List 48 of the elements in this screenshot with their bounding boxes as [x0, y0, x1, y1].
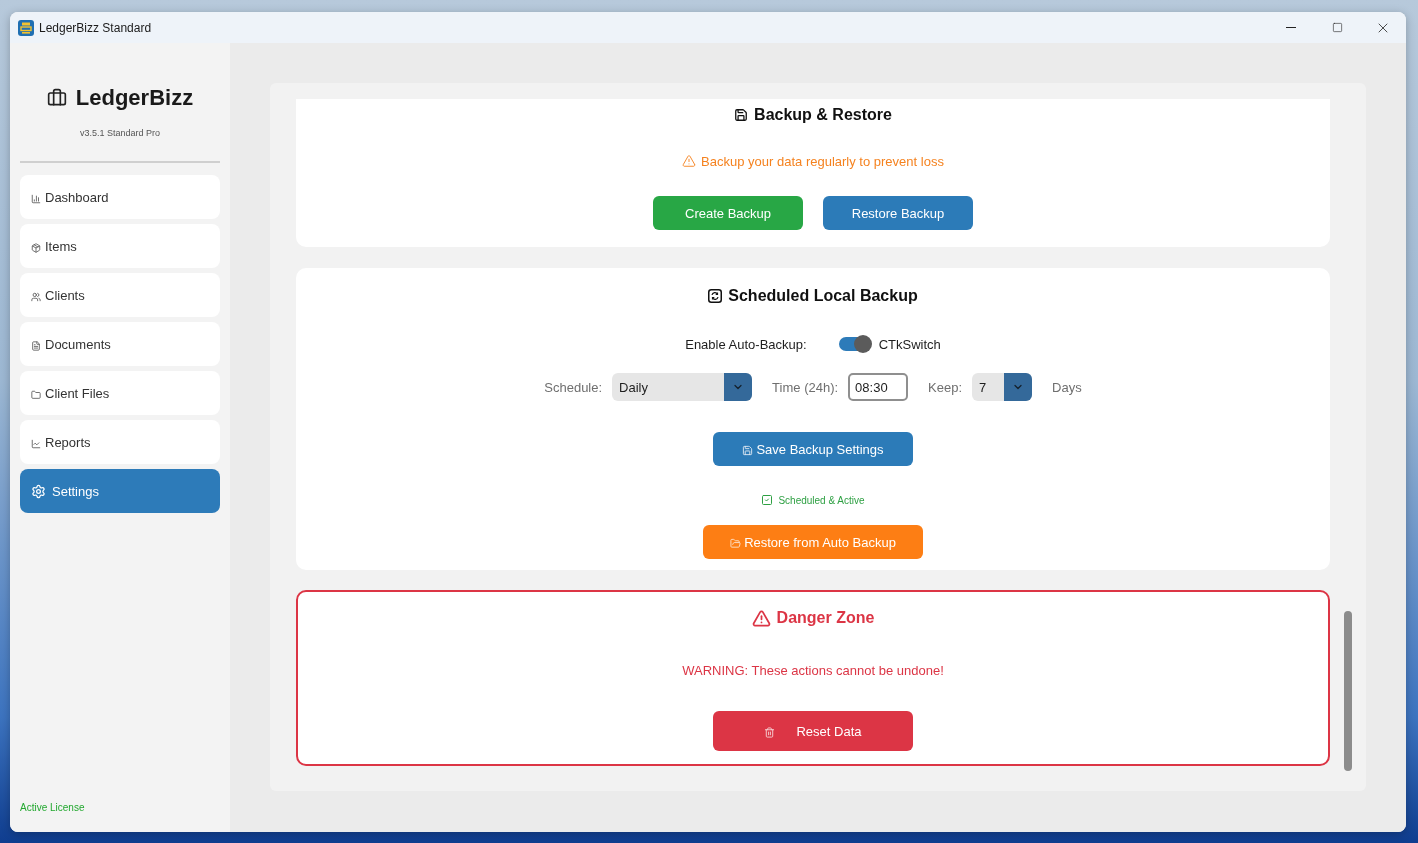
- section-title: Scheduled Local Backup: [728, 287, 918, 305]
- warning-icon: [751, 608, 771, 628]
- sidebar-item[interactable]: Clients: [20, 273, 220, 317]
- toggle-switch[interactable]: [838, 335, 872, 353]
- bar-chart-icon: [31, 194, 41, 204]
- scrollbar-thumb[interactable]: [1344, 611, 1352, 771]
- reset-data-button[interactable]: Reset Data: [713, 711, 913, 751]
- folder-icon: [730, 538, 742, 549]
- gear-icon: [31, 483, 46, 499]
- checkbox-tick-icon: [761, 494, 774, 506]
- section-title: Danger Zone: [776, 609, 875, 627]
- version-label: v3.5.1 Standard Pro: [79, 128, 161, 138]
- keep-dropdown[interactable]: 7: [972, 373, 1033, 401]
- sidebar-item[interactable]: Dashboard: [20, 175, 220, 219]
- sidebar-item[interactable]: Settings: [20, 469, 220, 513]
- minimize-icon: [1286, 27, 1296, 28]
- schedule-status: Scheduled & Active: [778, 494, 865, 506]
- time-input[interactable]: 08:30: [848, 373, 909, 401]
- refresh-icon: [708, 289, 723, 303]
- sidebar-item[interactable]: Reports: [20, 420, 220, 464]
- backup-button[interactable]: Restore Backup: [823, 196, 973, 230]
- schedule-dropdown[interactable]: Daily: [612, 373, 753, 401]
- document-icon: [31, 341, 41, 351]
- license-status: Active License: [20, 802, 86, 813]
- sidebar-item[interactable]: Items: [20, 224, 220, 268]
- field-label: Keep:: [928, 379, 963, 395]
- save-settings-button[interactable]: Save Backup Settings: [713, 432, 913, 466]
- sidebar-item[interactable]: Client Files: [20, 371, 220, 415]
- warning-icon: [682, 154, 697, 168]
- switch-label: CTkSwitch: [878, 336, 941, 352]
- window-title: LedgerBizz Standard: [39, 20, 152, 35]
- people-icon: [31, 292, 41, 302]
- field-label: Time (24h):: [772, 379, 839, 395]
- field-label: Schedule:: [544, 379, 603, 395]
- app-logo-icon: [18, 19, 34, 36]
- unit-label: Days: [1052, 379, 1082, 395]
- app-name: LedgerBizz: [75, 85, 194, 111]
- sidebar-item[interactable]: Documents: [20, 322, 220, 366]
- backup-notice: Backup your data regularly to prevent loss: [701, 153, 944, 169]
- danger-warning: WARNING: These actions cannot be undone!: [682, 662, 944, 680]
- auto-backup-label: Enable Auto-Backup:: [685, 336, 807, 352]
- section-title: Backup & Restore: [754, 106, 892, 124]
- box-icon: [31, 243, 41, 253]
- trash-icon: [764, 727, 776, 738]
- folder-icon: [31, 390, 41, 400]
- briefcase-icon: [46, 88, 67, 108]
- line-chart-icon: [31, 439, 41, 449]
- maximize-icon: [1331, 22, 1343, 33]
